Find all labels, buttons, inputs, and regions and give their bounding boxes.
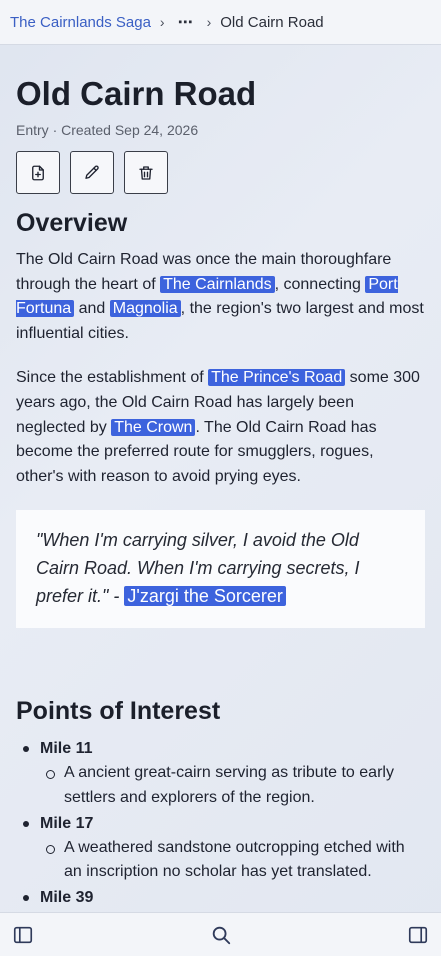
poi-sub-list: A ancient great-cairn serving as tribute…	[40, 761, 425, 810]
poi-mile-label: Mile 11	[40, 740, 93, 758]
sidebar-left-icon	[13, 926, 33, 943]
list-item: Mile 17 A weathered sandstone outcroppin…	[16, 811, 425, 885]
poi-mile-label: Mile 39	[40, 888, 94, 906]
list-item: Mile 39	[16, 885, 425, 910]
list-item: Mile 11 A ancient great-cairn serving as…	[16, 736, 425, 810]
page-title: Old Cairn Road	[16, 75, 257, 112]
pencil-icon	[85, 165, 99, 179]
main-content: Old Cairn Road Entry · Created Sep 24, 2…	[0, 46, 441, 912]
trash-icon	[139, 165, 153, 180]
delete-button[interactable]	[124, 151, 168, 194]
search-button[interactable]	[209, 923, 233, 947]
text: and	[74, 300, 110, 318]
toggle-left-sidebar-button[interactable]	[11, 923, 35, 947]
search-icon	[212, 926, 230, 944]
poi-description: A ancient great-cairn serving as tribute…	[40, 761, 425, 810]
file-plus-icon	[32, 165, 44, 180]
link-the-princes-road[interactable]: The Prince's Road	[208, 369, 346, 387]
bottom-toolbar	[0, 912, 441, 956]
page-meta: Entry · Created Sep 24, 2026	[16, 122, 199, 138]
text: , connecting	[274, 275, 366, 293]
action-toolbar	[16, 151, 425, 194]
blockquote: "When I'm carrying silver, I avoid the O…	[16, 510, 425, 629]
text: Since the establishment of	[16, 369, 209, 387]
breadcrumb-root-link[interactable]: The Cairnlands Saga	[10, 14, 151, 31]
link-the-cairnlands[interactable]: The Cairnlands	[160, 275, 275, 293]
points-of-interest-heading: Points of Interest	[16, 697, 221, 726]
poi-mile-label: Mile 17	[40, 814, 94, 832]
sidebar-right-icon	[408, 926, 428, 943]
breadcrumb: The Cairnlands Saga › ⋯ › Old Cairn Road	[0, 0, 441, 45]
breadcrumb-separator: ›	[206, 14, 212, 30]
points-of-interest-list: Mile 11 A ancient great-cairn serving as…	[16, 736, 425, 909]
breadcrumb-current: Old Cairn Road	[220, 13, 324, 31]
breadcrumb-separator: ›	[159, 14, 165, 30]
link-magnolia[interactable]: Magnolia	[109, 300, 181, 318]
breadcrumb-more-button[interactable]: ⋯	[178, 13, 194, 31]
overview-paragraph-2: Since the establishment of The Prince's …	[16, 366, 425, 489]
poi-description: A weathered sandstone outcropping etched…	[40, 836, 425, 885]
poi-sub-list: A weathered sandstone outcropping etched…	[40, 836, 425, 885]
overview-heading: Overview	[16, 209, 128, 237]
toggle-right-sidebar-button[interactable]	[406, 923, 430, 947]
link-jzargi-the-sorcerer[interactable]: J'zargi the Sorcerer	[124, 586, 286, 607]
overview-paragraph-1: The Old Cairn Road was once the main tho…	[16, 248, 425, 346]
new-page-button[interactable]	[16, 151, 60, 194]
link-the-crown[interactable]: The Crown	[111, 418, 196, 436]
edit-button[interactable]	[70, 151, 114, 194]
